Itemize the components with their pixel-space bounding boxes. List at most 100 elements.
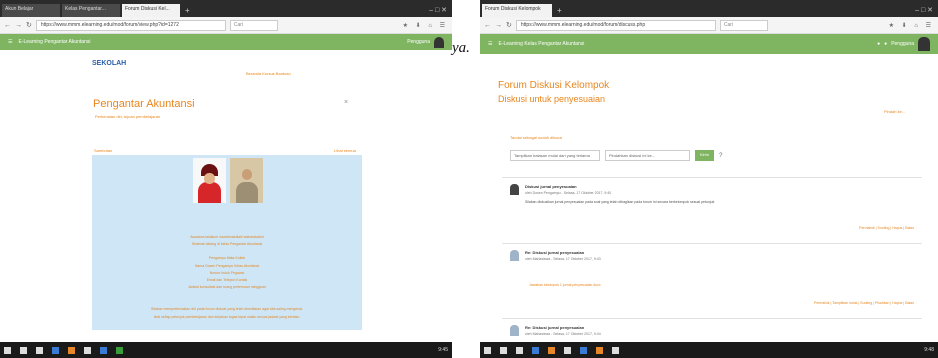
taskbar: 9:48 — [480, 342, 938, 358]
user-name: Pengguna — [891, 41, 914, 47]
user-name: Pengguna — [407, 39, 430, 45]
windows-start-icon[interactable] — [484, 346, 491, 354]
search-field[interactable]: Cari — [229, 19, 278, 31]
address-bar: ← → ↻ https://www.mmm.elearning.edu/mod/… — [480, 17, 938, 34]
url-field[interactable]: https://www.mmm.elearning.edu/mod/forum/… — [35, 19, 226, 31]
app-icon[interactable] — [548, 346, 555, 354]
app-icon[interactable] — [580, 346, 587, 354]
back-icon[interactable]: ← — [484, 22, 491, 29]
task-view-icon[interactable] — [516, 346, 523, 354]
app-icon[interactable] — [596, 346, 603, 354]
app-icon[interactable] — [116, 346, 123, 354]
attachment-link[interactable]: Jawaban kelompok 1 jurnal penyesuaian.do… — [529, 283, 601, 287]
taskbar: 9:45 — [0, 342, 452, 358]
window-controls[interactable]: – □ ✕ — [424, 6, 452, 17]
post-actions[interactable]: Permalink | Tampilkan induk | Sunting | … — [814, 301, 914, 305]
task-view-icon[interactable] — [36, 346, 43, 354]
screenshot-left: Akun Belajar Kelas Pengantar... Forum Di… — [0, 0, 452, 358]
announcement-post: Assalamu'alaikum warahmatullahi wabaraka… — [92, 155, 362, 330]
post-meta: oleh Mahasiswa - Selasa, 17 Oktober 2017… — [525, 332, 601, 336]
forward-icon[interactable]: → — [15, 22, 22, 29]
user-menu[interactable]: Pengguna — [407, 36, 444, 48]
site-header: ☰ E-Learning Kelas Pengantar Akuntansi ●… — [480, 34, 938, 54]
toolbar-icons[interactable]: ★ ⬇ ⌂ ☰ — [403, 22, 448, 29]
post-line: Pengampu Mata Kuliah — [208, 256, 246, 260]
page-subtitle: Perkenalan diri, tujuan pembelajaran — [95, 114, 161, 119]
move-link[interactable]: Pindah ke... — [884, 109, 905, 114]
lecturer-photo — [230, 158, 263, 203]
reload-icon[interactable]: ↻ — [26, 21, 32, 29]
post-actions[interactable]: Permalink | Sunting | Hapus | Balas — [859, 226, 914, 230]
app-icon[interactable] — [532, 346, 539, 354]
post-line: Assalamu'alaikum warahmatullahi wabaraka… — [190, 235, 264, 239]
page-title: Pengantar Akuntansi — [93, 98, 195, 110]
post-line: Jadwal konsultasi dan ruang pertemuan mi… — [187, 285, 267, 289]
browser-tab[interactable]: Kelas Pengantar... — [62, 4, 120, 17]
url-field[interactable]: https://www.mmm.elearning.edu/mod/forum/… — [515, 19, 716, 31]
avatar — [918, 37, 930, 51]
search-icon[interactable] — [500, 346, 507, 354]
clock[interactable]: 9:45 — [438, 347, 448, 353]
avatar — [510, 184, 519, 195]
notification-icon[interactable]: ● — [877, 41, 880, 47]
close-icon[interactable]: × — [344, 99, 348, 106]
view-all-link[interactable]: Lihat semua — [334, 148, 356, 153]
post-title: Diskusi jurnal penyesuaian — [525, 184, 577, 189]
post-line: Ikuti setiap petunjuk pembelajaran dan k… — [153, 315, 301, 319]
reload-icon[interactable]: ↻ — [506, 21, 512, 29]
post-body: Silakan diskusikan jurnal penyesuaian pa… — [525, 200, 715, 204]
new-tab-icon[interactable]: + — [554, 4, 565, 17]
move-select[interactable]: Pindahkan diskusi ini ke... — [605, 150, 690, 161]
overlay-text: ya. — [452, 40, 470, 56]
address-bar: ← → ↻ https://www.mmm.elearning.edu/mod/… — [0, 17, 452, 34]
toolbar-icons[interactable]: ★ ⬇ ⌂ ☰ — [889, 22, 934, 29]
submit-button[interactable]: Kirim — [695, 150, 715, 161]
window-controls[interactable]: – □ ✕ — [910, 6, 938, 17]
message-icon[interactable]: ● — [884, 41, 887, 47]
browser-tab-active[interactable]: Forum Diskusi Kel... — [122, 4, 180, 17]
site-title[interactable]: E-Learning Pengantar Akuntansi — [18, 39, 90, 45]
post-title: Re: Diskusi jurnal penyesuaian — [525, 325, 585, 330]
post-line: Nomor Induk Pegawai — [209, 271, 245, 275]
tab-bar: Forum Diskusi Kelompok + – □ ✕ — [480, 0, 938, 17]
app-icon[interactable] — [52, 346, 59, 354]
post-meta: oleh Mahasiswa - Selasa, 17 Oktober 2017… — [525, 257, 601, 261]
browser-tab[interactable]: Akun Belajar — [2, 4, 60, 17]
avatar — [510, 250, 519, 261]
menu-icon[interactable]: ☰ — [488, 41, 492, 47]
user-menu[interactable]: ● ● Pengguna — [877, 37, 930, 51]
app-icon[interactable] — [100, 346, 107, 354]
site-logo[interactable]: SEKOLAH — [92, 60, 126, 67]
help-icon[interactable]: ? — [719, 153, 722, 159]
post-title: Re: Diskusi jurnal penyesuaian — [525, 250, 585, 255]
app-icon[interactable] — [84, 346, 91, 354]
screenshot-right: Forum Diskusi Kelompok + – □ ✕ ← → ↻ htt… — [480, 0, 938, 358]
clock[interactable]: 9:48 — [924, 347, 934, 353]
post-meta: oleh Dosen Pengampu - Selasa, 17 Oktober… — [525, 191, 612, 195]
avatar — [510, 325, 519, 336]
post-line: Silakan memperkenalkan diri pada forum d… — [151, 307, 303, 311]
back-icon[interactable]: ← — [4, 22, 11, 29]
menu-icon[interactable]: ☰ — [8, 39, 12, 45]
app-icon[interactable] — [612, 346, 619, 354]
forward-icon[interactable]: → — [495, 22, 502, 29]
post-line: Nama Dosen Pengampu Kelas Akuntansi — [194, 264, 260, 268]
app-icon[interactable] — [68, 346, 75, 354]
site-title[interactable]: E-Learning Kelas Pengantar Akuntansi — [498, 41, 584, 47]
top-links[interactable]: Beranda Kursus Bantuan — [246, 71, 291, 76]
search-icon[interactable] — [20, 346, 27, 354]
page-title: Forum Diskusi Kelompok — [498, 80, 610, 91]
mark-read-link[interactable]: Tandai sebagai sudah dibaca — [510, 135, 562, 140]
page-subtitle: Diskusi untuk penyesuaian — [498, 94, 606, 104]
app-icon[interactable] — [564, 346, 571, 354]
browser-tab-active[interactable]: Forum Diskusi Kelompok — [482, 4, 552, 17]
new-tab-icon[interactable]: + — [182, 4, 193, 17]
lecturer-photo — [193, 158, 226, 203]
sort-select[interactable]: Tampilkan balasan mulai dari yang terlam… — [510, 150, 600, 161]
forum-post: Re: Diskusi jurnal penyesuaian oleh Maha… — [502, 318, 922, 342]
avatar — [434, 36, 444, 48]
search-field[interactable]: Cari — [719, 19, 768, 31]
tab-bar: Akun Belajar Kelas Pengantar... Forum Di… — [0, 0, 452, 17]
section-heading: Sambutan — [94, 148, 113, 153]
windows-start-icon[interactable] — [4, 346, 11, 354]
